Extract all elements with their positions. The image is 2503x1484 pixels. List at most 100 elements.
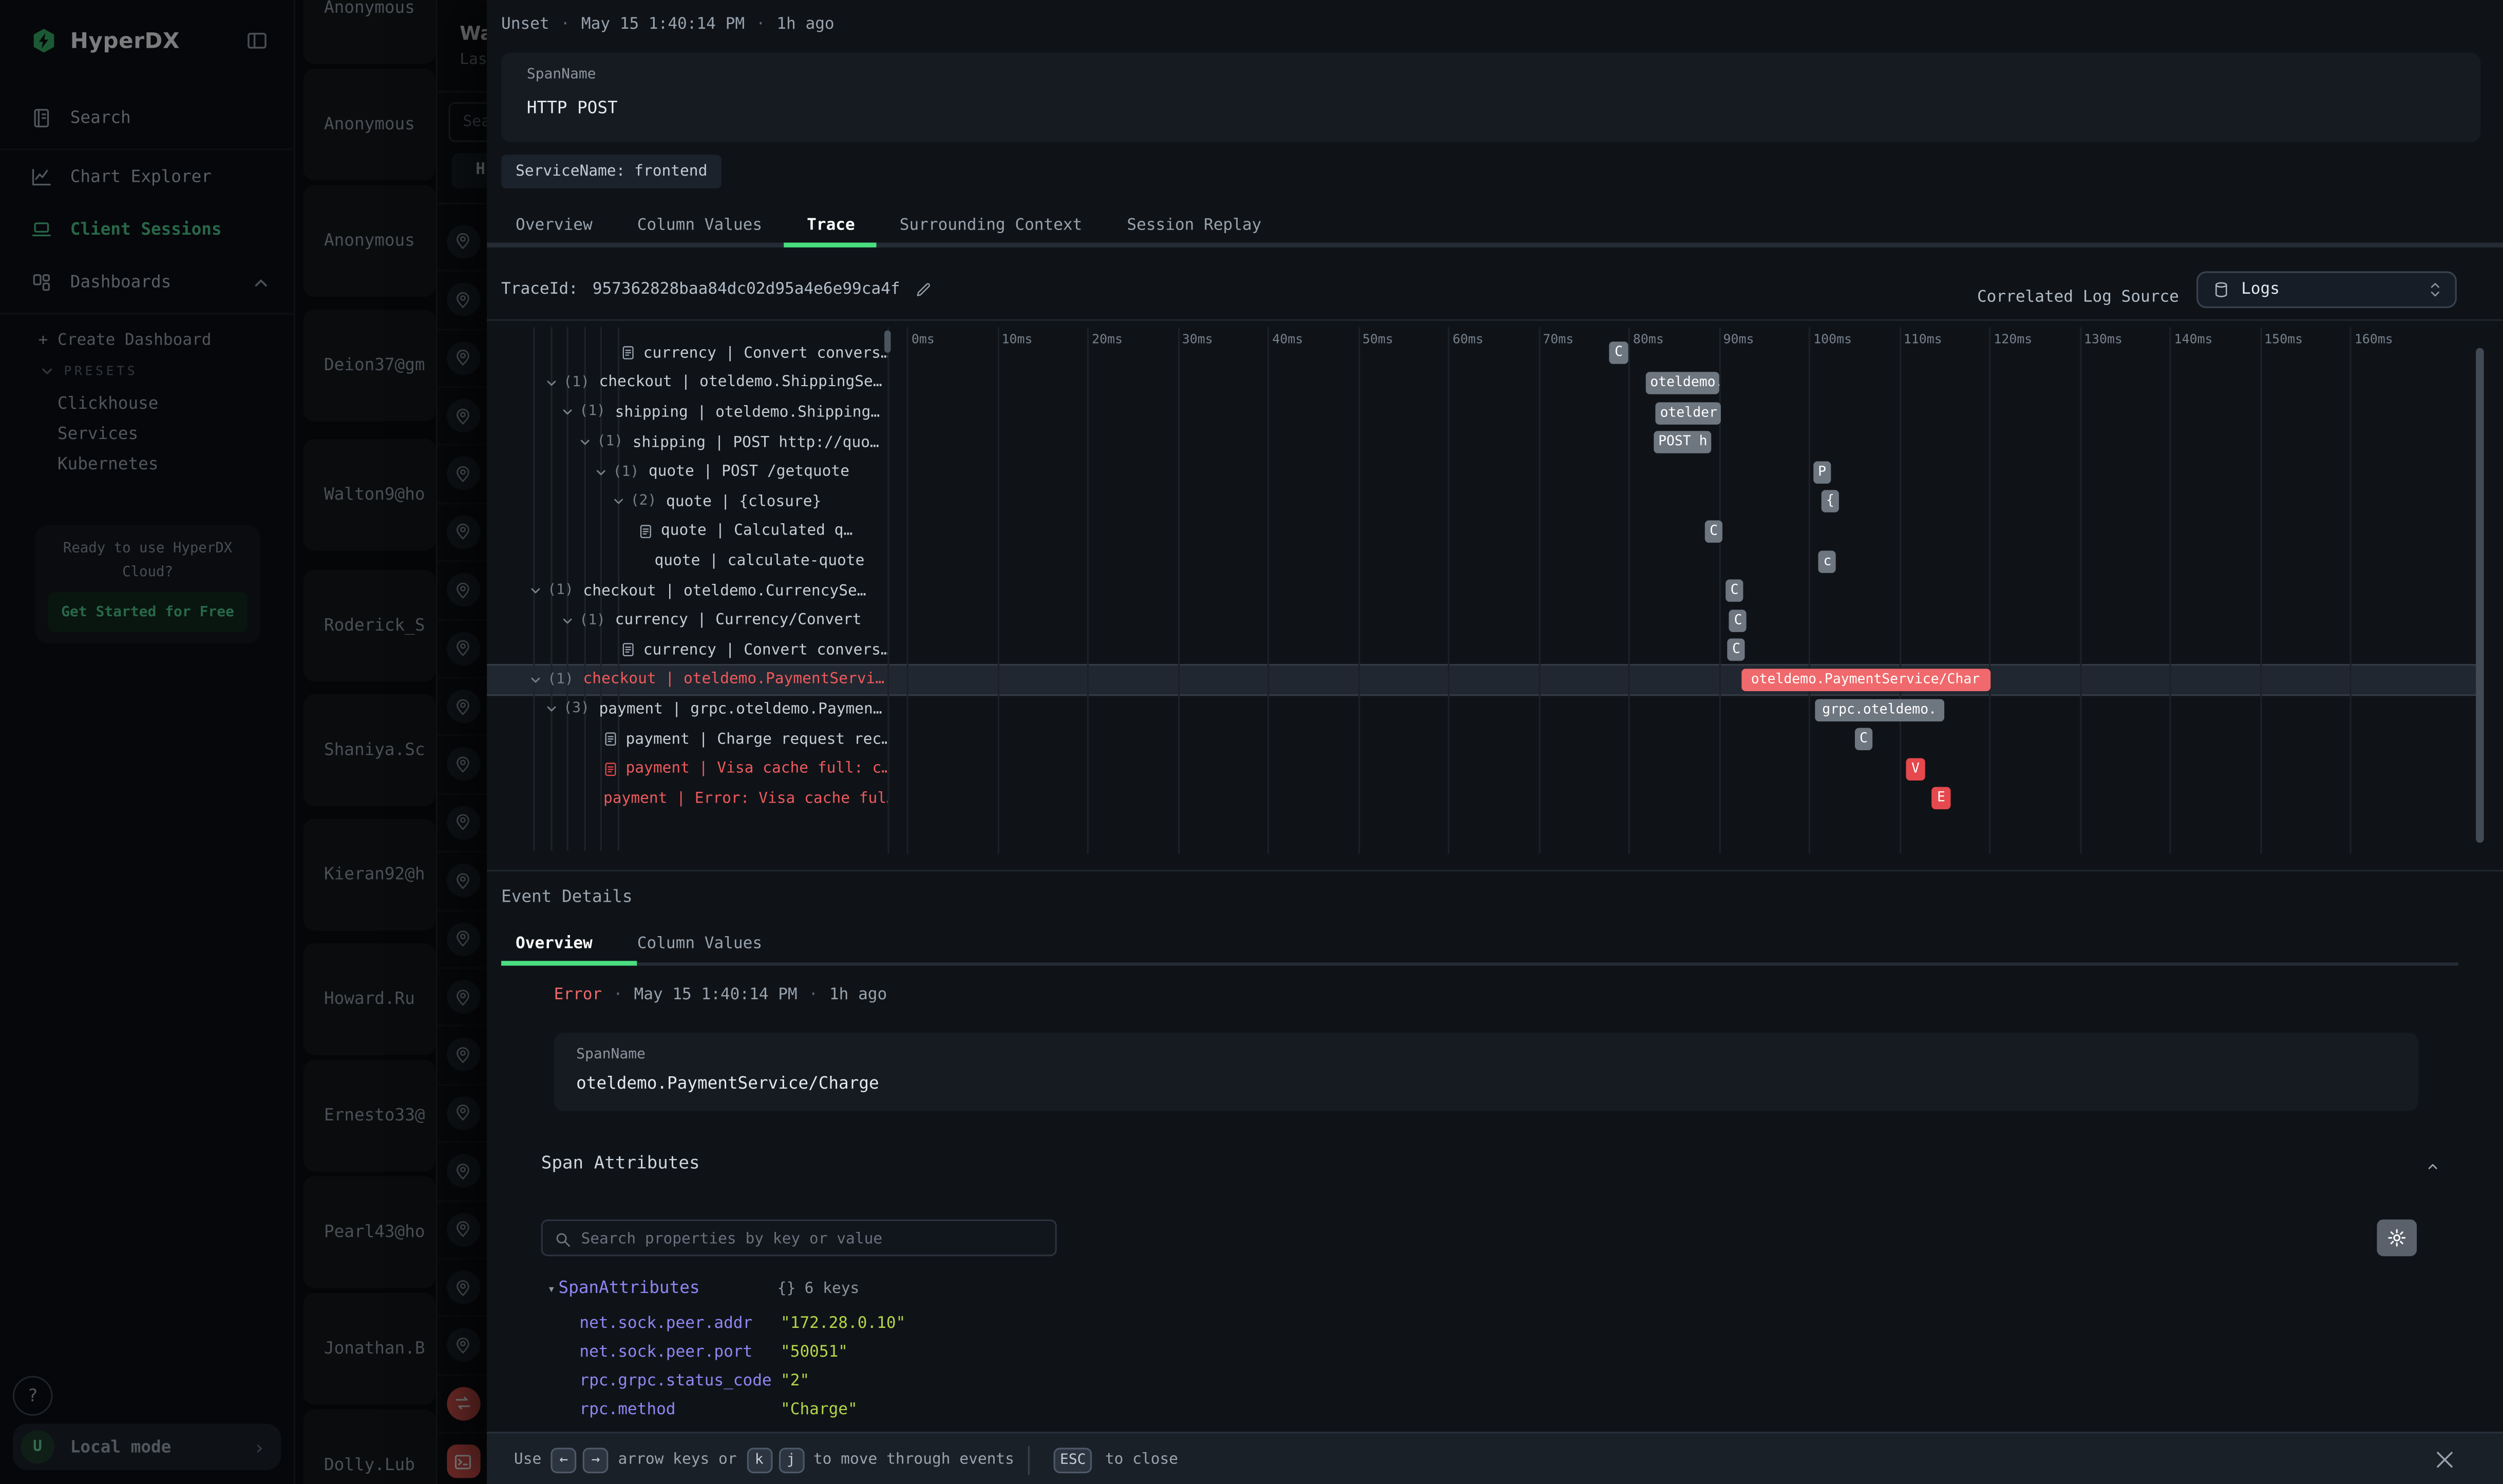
span-tree-row[interactable]: (1)checkout | oteldemo.ShippingSe… <box>487 368 887 398</box>
span-tree-row[interactable]: payment | Visa cache full: c… <box>487 754 887 784</box>
span-tree-row[interactable]: payment | Charge request rec… <box>487 725 887 754</box>
chevron-down-icon <box>594 466 608 479</box>
span-tree-row[interactable]: (1)currency | Currency/Convert <box>487 605 887 635</box>
span-duration-bar[interactable]: C <box>1725 580 1742 602</box>
divider <box>1028 1446 1030 1475</box>
attributes-root-toggle[interactable]: ▾ SpanAttributes {} 6 keys <box>547 1279 699 1298</box>
tab-trace[interactable]: Trace <box>785 209 878 242</box>
span-count: (3) <box>563 701 590 717</box>
gridline <box>907 327 908 854</box>
trace-id-row: TraceId: 957362828baa84dc02d95a4e6e99ca4… <box>501 281 932 298</box>
span-count: (1) <box>547 583 574 599</box>
log-source-select[interactable]: Logs <box>2196 271 2457 308</box>
span-label: payment | Charge request rec… <box>626 730 888 748</box>
gridline <box>2169 327 2171 854</box>
tab-overview[interactable]: Overview <box>494 209 615 242</box>
span-tree-row[interactable]: (1)checkout | oteldemo.PaymentServi… <box>487 665 887 695</box>
span-duration-bar[interactable]: C <box>1609 342 1628 365</box>
pane-splitter[interactable] <box>887 327 889 854</box>
active-tab-indicator <box>784 242 876 247</box>
attribute-row[interactable]: net.sock.peer.port "50051" <box>579 1344 848 1373</box>
tab-column-values[interactable]: Column Values <box>615 209 784 242</box>
span-duration-bar[interactable]: C <box>1728 639 1744 661</box>
keyboard-hints: Use ←→ arrow keys or kj to move through … <box>514 1433 1014 1484</box>
event-tab-column-values[interactable]: Column Values <box>615 927 784 961</box>
chevron-down-icon <box>544 376 559 389</box>
gridline <box>1267 327 1269 854</box>
event-tab-overview[interactable]: Overview <box>494 927 615 961</box>
event-details-title: Event Details <box>501 887 632 906</box>
attributes-search-input[interactable]: Search properties by key or value <box>541 1220 1057 1256</box>
modal-overlay[interactable] <box>0 0 487 1484</box>
span-duration-bar[interactable]: C <box>1729 609 1746 632</box>
attribute-row[interactable]: rpc.method "Charge" <box>579 1401 857 1430</box>
span-tree-row[interactable]: (1) checkout | oteldemo.CurrencySe… <box>487 576 887 606</box>
time-tick-label: 90ms <box>1723 332 1754 347</box>
span-tree-row[interactable]: (1)shipping | POST http://quo… <box>487 427 887 457</box>
chevron-down-icon <box>612 496 626 508</box>
span-duration-bar[interactable]: oteldemo. <box>1645 372 1719 394</box>
span-label: quote | calculate-quote <box>654 552 864 569</box>
span-duration-bar[interactable]: c <box>1818 550 1835 573</box>
close-icon[interactable] <box>2433 1448 2457 1472</box>
span-attributes-title: Span Attributes <box>541 1152 700 1173</box>
database-icon <box>2212 281 2230 298</box>
keys-count: 6 keys <box>805 1279 860 1297</box>
attribute-key: net.sock.peer.port <box>579 1344 781 1373</box>
attribute-row[interactable]: rpc.grpc.status_code "2" <box>579 1373 809 1401</box>
span-label: checkout | oteldemo.CurrencySe… <box>583 582 866 599</box>
span-label: currency | Currency/Convert <box>615 612 862 629</box>
gridline <box>1989 327 1990 854</box>
gridline <box>2350 327 2352 854</box>
span-count: (1) <box>597 434 623 450</box>
span-tree-row[interactable]: (3)payment | grpc.oteldemo.Paymen… <box>487 695 887 725</box>
time-tick-label: 20ms <box>1092 332 1123 347</box>
time-tick-label: 70ms <box>1543 332 1573 347</box>
span-tree-row[interactable]: quote | calculate-quote <box>487 546 887 576</box>
span-tree-row[interactable]: (1) shipping | oteldemo.Shipping… <box>487 398 887 428</box>
correlated-log-source-label: Correlated Log Source <box>1977 289 2179 307</box>
waterfall-scrollbar[interactable] <box>2476 348 2484 843</box>
span-duration-bar[interactable]: { <box>1821 490 1839 513</box>
tab-surrounding-context[interactable]: Surrounding Context <box>877 209 1105 242</box>
time-tick-label: 80ms <box>1633 332 1664 347</box>
chevron-down-icon <box>560 614 575 627</box>
divider <box>487 870 2503 871</box>
span-tree-row[interactable]: quote | Calculated q… <box>487 517 887 546</box>
span-count: (1) <box>563 375 590 391</box>
attribute-row[interactable]: net.sock.peer.addr "172.28.0.10" <box>579 1315 905 1344</box>
span-tree-row[interactable]: (1)quote | POST /getquote <box>487 457 887 487</box>
span-count: (1) <box>579 405 605 421</box>
span-tree-row[interactable]: payment | Error: Visa cache ful… <box>487 784 887 813</box>
attribute-key: net.sock.peer.addr <box>579 1315 781 1344</box>
tab-session-replay[interactable]: Session Replay <box>1105 209 1284 242</box>
span-label: shipping | oteldemo.Shipping… <box>615 404 880 421</box>
time-tick-label: 0ms <box>912 332 935 347</box>
time-tick-label: 100ms <box>1813 332 1852 347</box>
span-duration-bar[interactable]: E <box>1931 787 1951 810</box>
span-duration-bar[interactable]: otelder <box>1655 402 1721 424</box>
letter-key: j <box>778 1447 804 1473</box>
attributes-settings-button[interactable] <box>2377 1220 2417 1256</box>
span-duration-bar[interactable]: P <box>1813 461 1831 483</box>
span-tree-row[interactable]: (2)quote | {closure} <box>487 487 887 517</box>
attribute-value: "50051" <box>781 1344 848 1373</box>
span-duration-bar[interactable]: POST h <box>1654 431 1711 454</box>
span-duration-bar[interactable]: oteldemo.PaymentService/Char <box>1741 669 1990 691</box>
triangle-down-icon: ▾ <box>547 1281 555 1296</box>
span-tree-row[interactable]: currency | Convert convers… <box>487 635 887 665</box>
service-name-chip[interactable]: ServiceName: frontend <box>501 155 722 188</box>
chevron-down-icon <box>578 436 592 449</box>
span-duration-bar[interactable]: C <box>1705 520 1722 543</box>
gridline <box>1448 327 1449 854</box>
edit-icon[interactable] <box>915 281 932 298</box>
span-tree-row[interactable]: currency | Convert convers… <box>487 338 887 368</box>
time-tick-label: 110ms <box>1904 332 1942 347</box>
span-duration-bar[interactable]: C <box>1854 728 1872 751</box>
span-duration-bar[interactable]: V <box>1906 758 1925 781</box>
gridline <box>1177 327 1179 854</box>
span-label: currency | Convert convers… <box>643 345 888 362</box>
time-tick-label: 30ms <box>1182 332 1213 347</box>
span-duration-bar[interactable]: grpc.oteldemo. <box>1815 698 1944 721</box>
collapse-section-icon[interactable] <box>2423 1160 2442 1173</box>
